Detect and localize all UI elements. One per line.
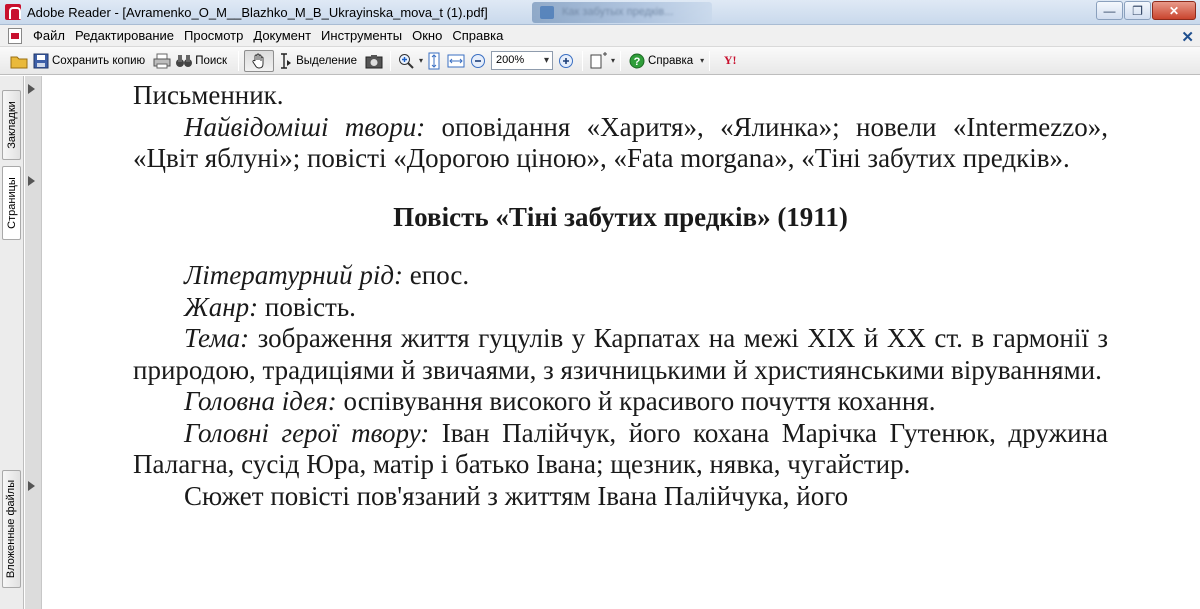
heroes-label: Головні герої твору: — [184, 417, 430, 448]
paragraph-idea: Головна ідея: оспівування високого й кра… — [133, 386, 1108, 418]
open-folder-icon[interactable] — [10, 52, 28, 70]
help-icon[interactable]: ? — [628, 52, 646, 70]
select-tool-button[interactable]: Выделение — [296, 55, 357, 67]
zoom-tool-dropdown-icon[interactable]: ▾ — [419, 56, 423, 65]
yahoo-toolbar-icon[interactable]: Y! — [717, 52, 743, 70]
menu-window[interactable]: Окно — [407, 28, 447, 43]
toolbar-separator — [620, 50, 622, 71]
genre-text: повість. — [258, 291, 356, 322]
snapshot-icon[interactable] — [365, 52, 383, 70]
close-document-icon[interactable]: ✕ — [1181, 28, 1194, 46]
paragraph-genre-kind: Літературний рід: епос. — [133, 260, 1108, 292]
tab-attachments[interactable]: Вложенные файлы — [2, 470, 21, 588]
expand-panel-arrow-icon[interactable] — [28, 84, 35, 94]
background-window-tab[interactable]: Как забутых предків... — [532, 2, 712, 23]
window-title: Adobe Reader - [Avramenko_O_M__Blazhko_M… — [27, 4, 488, 20]
minimize-button[interactable]: — — [1096, 1, 1123, 20]
binoculars-icon[interactable] — [175, 52, 193, 70]
fit-page-icon[interactable] — [425, 52, 443, 70]
tab-attachments-label: Вложенные файлы — [5, 479, 18, 579]
paragraph-works: Найвідоміші твори: оповідання «Харитя», … — [133, 112, 1108, 175]
expand-panel-arrow-icon[interactable] — [28, 176, 35, 186]
toolbar-separator — [390, 50, 391, 71]
idea-label: Головна ідея: — [184, 386, 337, 416]
page-layout-icon[interactable] — [590, 51, 608, 70]
search-button[interactable]: Поиск — [195, 55, 227, 67]
paragraph-genre: Жанр: повість. — [133, 292, 1108, 324]
idea-text: оспівування високого й красивого почуття… — [336, 386, 936, 416]
zoom-out-icon[interactable] — [469, 52, 487, 70]
menu-bar: Файл Редактирование Просмотр Документ Ин… — [0, 25, 1200, 47]
browser-icon — [540, 6, 554, 19]
toolbar-separator — [582, 50, 584, 71]
section-heading: Повість «Тіні забутих предків» (1911) — [393, 201, 848, 232]
theme-label: Тема: — [184, 323, 250, 353]
tab-bookmarks-label: Закладки — [5, 101, 18, 149]
paragraph-plot-partial: Сюжет повісті пов'язаний з життям Івана … — [184, 480, 849, 511]
close-button[interactable]: ✕ — [1152, 1, 1196, 20]
text-select-icon[interactable] — [276, 52, 294, 70]
works-label: Найвідоміші твори: — [184, 111, 426, 142]
genre-label: Жанр: — [184, 291, 259, 322]
yahoo-label: Y! — [723, 53, 737, 67]
zoom-in-icon[interactable] — [557, 52, 575, 70]
zoom-level-input[interactable]: 200% — [491, 51, 554, 70]
paragraph-heroes: Головні герої твору: Іван Палійчук, його… — [133, 418, 1108, 481]
tab-pages[interactable]: Страницы — [2, 166, 21, 240]
menu-document[interactable]: Документ — [248, 28, 316, 43]
hand-tool-button[interactable] — [244, 49, 275, 72]
genre-kind-label: Літературний рід: — [184, 260, 404, 290]
document-viewport[interactable]: Письменник. Найвідоміші твори: оповіданн… — [43, 76, 1200, 609]
page-layout-dropdown-icon[interactable]: ▾ — [611, 56, 615, 65]
window-controls: — ❐ ✕ — [1096, 1, 1196, 20]
svg-text:?: ? — [634, 56, 641, 68]
zoom-in-tool-icon[interactable] — [398, 52, 416, 70]
toolbar: Сохранить копию Поиск Выделение ▾ 200% ▾… — [0, 47, 1200, 75]
help-button[interactable]: Справка — [648, 55, 693, 67]
background-window-title: Как забутых предків... — [562, 6, 674, 18]
title-bar: Adobe Reader - [Avramenko_O_M__Blazhko_M… — [0, 0, 1200, 25]
tab-bookmarks[interactable]: Закладки — [2, 90, 21, 160]
genre-kind-text: епос. — [403, 260, 470, 290]
toolbar-separator — [238, 50, 240, 71]
help-dropdown-icon[interactable]: ▾ — [700, 56, 704, 65]
menu-tools[interactable]: Инструменты — [316, 28, 407, 43]
restore-button[interactable]: ❐ — [1124, 1, 1151, 20]
navigation-panel: Закладки Страницы Вложенные файлы — [0, 76, 24, 609]
fit-width-icon[interactable] — [447, 52, 465, 70]
save-copy-button[interactable]: Сохранить копию — [52, 55, 145, 67]
tab-pages-label: Страницы — [5, 177, 18, 229]
menu-view[interactable]: Просмотр — [179, 28, 248, 43]
menu-edit[interactable]: Редактирование — [70, 28, 179, 43]
document-icon[interactable] — [8, 27, 22, 44]
adobe-reader-icon — [5, 4, 21, 20]
menu-file[interactable]: Файл — [28, 28, 70, 43]
save-icon[interactable] — [32, 52, 50, 70]
toolbar-separator — [709, 50, 711, 71]
text-line: Письменник. — [133, 80, 284, 110]
paragraph-theme: Тема: зображення життя гуцулів у Карпата… — [133, 323, 1108, 386]
printer-icon[interactable] — [153, 52, 171, 70]
menu-help[interactable]: Справка — [447, 28, 508, 43]
hand-icon — [250, 52, 268, 70]
theme-text: зображення життя гуцулів у Карпатах на м… — [133, 323, 1108, 385]
expand-panel-arrow-icon[interactable] — [28, 481, 35, 491]
panel-splitter[interactable] — [25, 76, 42, 609]
page-content: Письменник. Найвідоміші твори: оповіданн… — [133, 80, 1108, 512]
